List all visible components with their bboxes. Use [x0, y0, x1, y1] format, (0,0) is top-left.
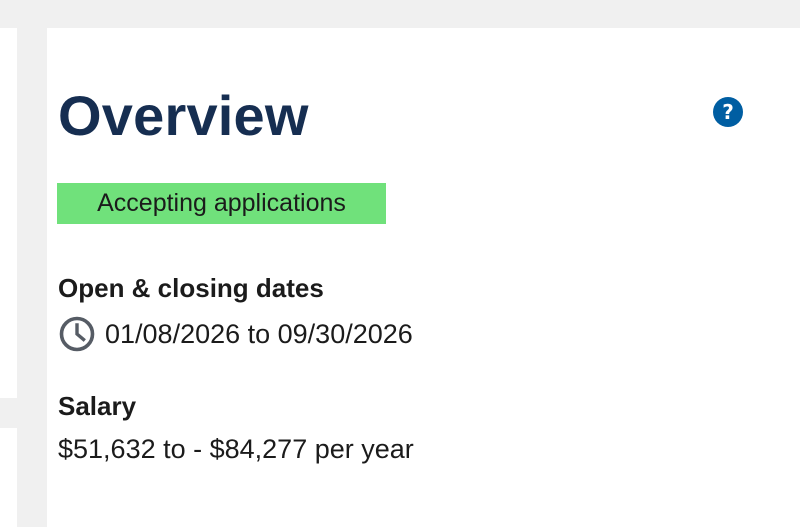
left-card-top	[0, 28, 17, 398]
open-closing-dates-value: 01/08/2026 to 09/30/2026	[105, 319, 413, 349]
left-card-bottom	[0, 428, 17, 527]
open-closing-dates-heading: Open & closing dates	[58, 273, 324, 303]
status-badge: Accepting applications	[57, 183, 386, 224]
open-closing-dates-row: 01/08/2026 to 09/30/2026	[58, 314, 413, 354]
page-title: Overview	[58, 84, 309, 147]
question-icon[interactable]: ?	[713, 97, 743, 127]
clock-icon	[59, 316, 95, 352]
salary-heading: Salary	[58, 391, 137, 421]
salary-value: $51,632 to - $84,277 per year	[58, 434, 414, 464]
